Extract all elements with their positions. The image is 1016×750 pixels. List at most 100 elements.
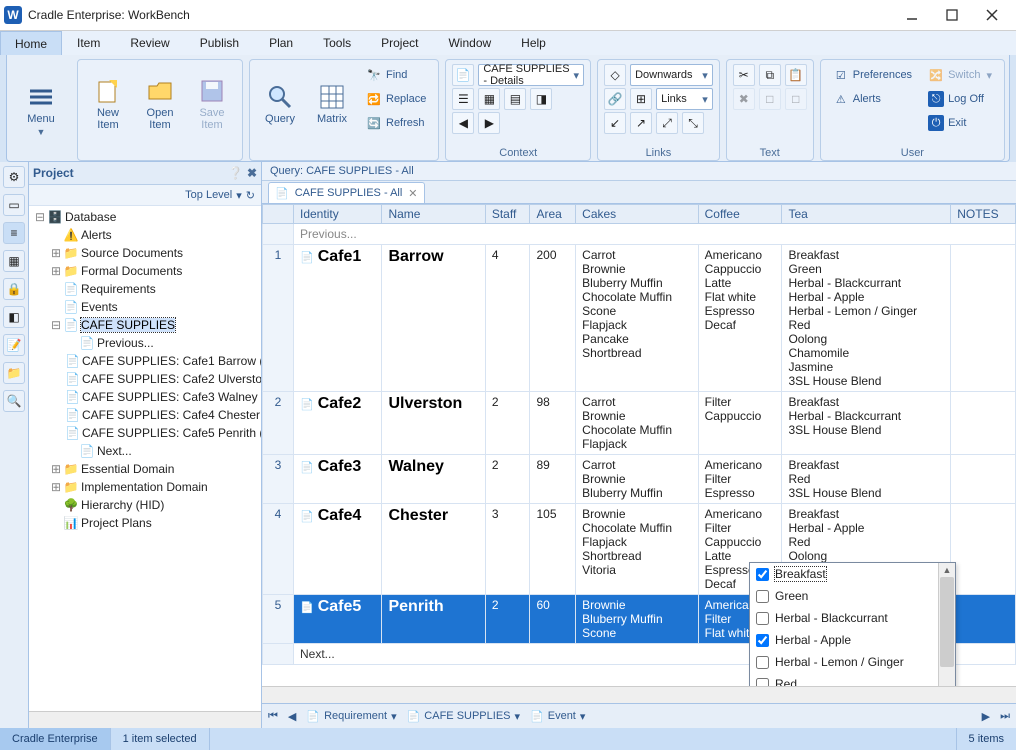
tea-cell[interactable]: BreakfastRed3SL House Blend	[782, 455, 951, 504]
col-header[interactable]: NOTES	[951, 205, 1016, 224]
col-header[interactable]: Area	[530, 205, 576, 224]
link-tree-icon[interactable]: ⊞	[630, 88, 652, 110]
context-combo[interactable]: CAFE SUPPLIES - Details▾	[478, 64, 584, 86]
project-tree[interactable]: ⊟🗄️Database⚠️Alerts⊞📁Source Documents⊞📁F…	[29, 206, 261, 711]
event-dropdown[interactable]: 📄 Event ▾	[530, 710, 585, 723]
strip-search-icon[interactable]: 🔍	[3, 390, 25, 412]
collapse-icon[interactable]: ⊟	[33, 210, 47, 224]
view-list-icon[interactable]: ☰	[452, 88, 474, 110]
strip-folder-icon[interactable]: 📁	[3, 362, 25, 384]
close-button[interactable]	[972, 1, 1012, 29]
exit-button[interactable]: ⏻Exit	[922, 112, 998, 134]
table-row[interactable]: 3📄Cafe3Walney289CarrotBrownieBluberry Mu…	[263, 455, 1016, 504]
menu-review[interactable]: Review	[115, 31, 184, 55]
tree-node[interactable]: ⚠️Alerts	[29, 226, 261, 244]
tree-node[interactable]: ⊟🗄️Database	[29, 208, 261, 226]
strip-icon-1[interactable]: ▭	[3, 194, 25, 216]
query-button[interactable]: Query	[256, 64, 304, 144]
menu-button[interactable]: Menu ▼	[17, 63, 65, 157]
preferences-button[interactable]: ☑Preferences	[827, 64, 918, 86]
refresh-button[interactable]: 🔄Refresh	[360, 112, 432, 134]
cut-icon[interactable]: ✂	[733, 64, 755, 86]
expand-icon[interactable]: ⊞	[49, 246, 63, 260]
collapse-icon[interactable]: ⊟	[49, 318, 63, 332]
grid-area[interactable]: IdentityNameStaffAreaCakesCoffeeTeaNOTES…	[262, 204, 1016, 686]
grid-hscroll[interactable]	[262, 686, 1016, 703]
expand-icon[interactable]: ⊞	[49, 480, 63, 494]
strip-icon-5[interactable]: ◧	[3, 306, 25, 328]
tree-node[interactable]: 📄Events	[29, 298, 261, 316]
col-header[interactable]	[263, 205, 294, 224]
nav-next-icon[interactable]: ▶	[982, 710, 990, 723]
tea-cell[interactable]: BreakfastHerbal - Blackcurrant3SL House …	[782, 392, 951, 455]
link-a-icon[interactable]: ↙	[604, 112, 626, 134]
new-item-button[interactable]: NewItem	[84, 64, 132, 144]
col-header[interactable]: Coffee	[698, 205, 782, 224]
link-d-icon[interactable]: ⤡	[682, 112, 704, 134]
tea-option[interactable]: Herbal - Blackcurrant	[750, 607, 955, 629]
checkbox[interactable]	[756, 656, 769, 669]
menu-publish[interactable]: Publish	[185, 31, 254, 55]
paste-icon[interactable]: 📋	[785, 64, 807, 86]
menu-plan[interactable]: Plan	[254, 31, 308, 55]
checkbox[interactable]	[756, 634, 769, 647]
alerts-button[interactable]: ⚠Alerts	[827, 88, 918, 110]
top-level-button[interactable]: Top Level	[185, 189, 232, 201]
requirement-dropdown[interactable]: 📄 Requirement ▾	[306, 710, 396, 723]
tree-node[interactable]: 📄CAFE SUPPLIES: Cafe3 Walney (A	[29, 388, 261, 406]
find-button[interactable]: 🔭Find	[360, 64, 432, 86]
logoff-button[interactable]: ⎋Log Off	[922, 88, 998, 110]
maximize-button[interactable]	[932, 1, 972, 29]
tree-node[interactable]: 📄Requirements	[29, 280, 261, 298]
strip-icon-2[interactable]: ≡	[3, 222, 25, 244]
replace-button[interactable]: 🔁Replace	[360, 88, 432, 110]
minimize-button[interactable]	[892, 1, 932, 29]
tree-node[interactable]: ⊞📁Formal Documents	[29, 262, 261, 280]
expand-icon[interactable]: ⊞	[49, 462, 63, 476]
col-header[interactable]: Name	[382, 205, 485, 224]
gear-icon[interactable]: ⚙	[3, 166, 25, 188]
tab-cafe-supplies[interactable]: 📄 CAFE SUPPLIES - All ✕	[268, 182, 425, 203]
scroll-up-arrow-icon[interactable]: ▲	[939, 563, 955, 577]
help-icon[interactable]: ❔	[228, 166, 243, 180]
tree-node[interactable]: 🌳Hierarchy (HID)	[29, 496, 261, 514]
context-next-icon[interactable]: ▶	[478, 112, 500, 134]
menu-tools[interactable]: Tools	[308, 31, 366, 55]
tea-cell[interactable]: BreakfastGreenHerbal - BlackcurrantHerba…	[782, 245, 951, 392]
menu-window[interactable]: Window	[433, 31, 506, 55]
tree-node[interactable]: 📄Next...	[29, 442, 261, 460]
direction-combo[interactable]: Downwards▾	[630, 64, 713, 86]
view-side-icon[interactable]: ◨	[530, 88, 552, 110]
tree-node[interactable]: 📊Project Plans	[29, 514, 261, 532]
copy-icon[interactable]: ⧉	[759, 64, 781, 86]
checkbox[interactable]	[756, 590, 769, 603]
direction-icon[interactable]: ◇	[604, 64, 626, 86]
strip-lock-icon[interactable]: 🔒	[3, 278, 25, 300]
checkbox[interactable]	[756, 612, 769, 625]
col-header[interactable]: Cakes	[576, 205, 698, 224]
tree-node[interactable]: ⊟📄CAFE SUPPLIES	[29, 316, 261, 334]
sidebar-hscroll[interactable]	[29, 711, 261, 728]
strip-notes-icon[interactable]: 📝	[3, 334, 25, 356]
tea-option[interactable]: Breakfast	[750, 563, 955, 585]
tree-node[interactable]: ⊞📁Implementation Domain	[29, 478, 261, 496]
checkbox[interactable]	[756, 568, 769, 581]
context-doc-icon[interactable]: 📄	[452, 64, 474, 86]
col-header[interactable]: Staff	[485, 205, 530, 224]
close-panel-icon[interactable]: ✖	[247, 166, 257, 180]
tree-node[interactable]: 📄CAFE SUPPLIES: Cafe5 Penrith (A	[29, 424, 261, 442]
nav-first-icon[interactable]: ⏮	[268, 710, 278, 723]
link-b-icon[interactable]: ↗	[630, 112, 652, 134]
tea-option[interactable]: Red	[750, 673, 955, 686]
tree-node[interactable]: 📄Previous...	[29, 334, 261, 352]
col-header[interactable]: Identity	[294, 205, 382, 224]
tea-checklist-popup[interactable]: BreakfastGreenHerbal - BlackcurrantHerba…	[749, 562, 956, 686]
tree-node[interactable]: 📄CAFE SUPPLIES: Cafe2 Ulverston	[29, 370, 261, 388]
nav-prev-icon[interactable]: ◀	[288, 710, 296, 723]
menu-home[interactable]: Home	[0, 31, 62, 55]
expand-icon[interactable]: ⊞	[49, 264, 63, 278]
table-row[interactable]: 2📄Cafe2Ulverston298CarrotBrownieChocolat…	[263, 392, 1016, 455]
strip-icon-3[interactable]: ▦	[3, 250, 25, 272]
menu-help[interactable]: Help	[506, 31, 561, 55]
context-prev-icon[interactable]: ◀	[452, 112, 474, 134]
